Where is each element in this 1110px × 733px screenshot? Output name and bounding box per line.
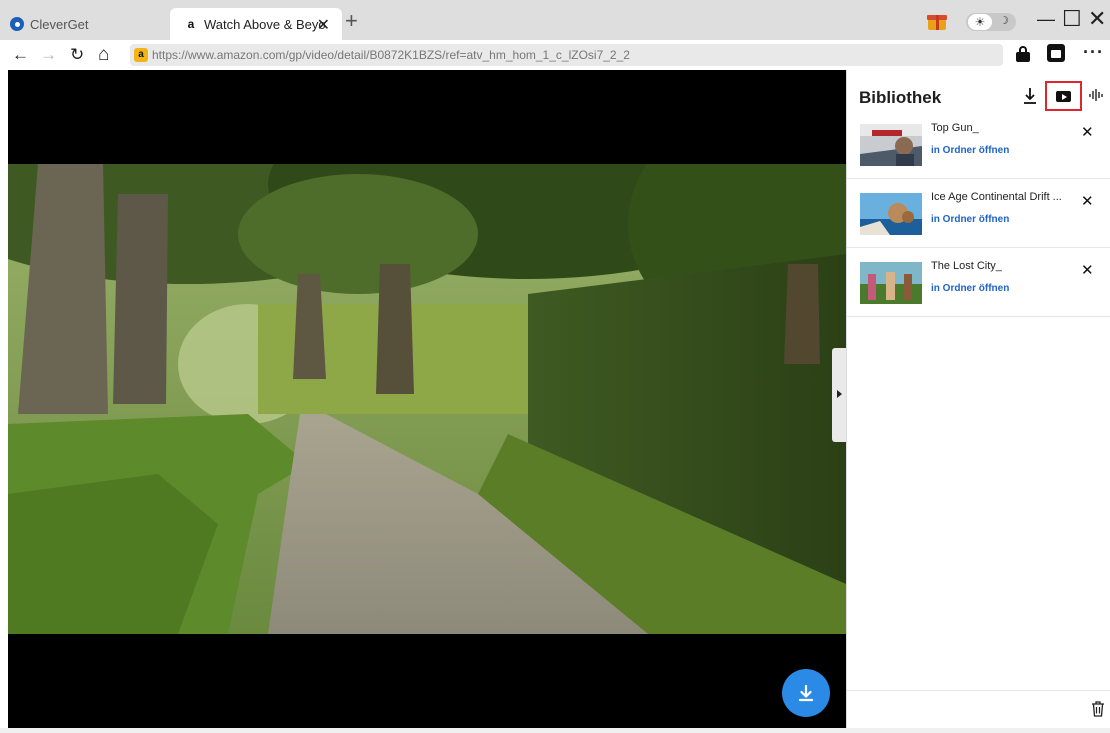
forward-button[interactable]: → (40, 44, 57, 66)
library-item: The Lost City_ in Ordner öffnen ✕ (847, 248, 1110, 317)
video-thumbnail[interactable] (860, 193, 922, 235)
open-in-folder-link[interactable]: in Ordner öffnen (931, 283, 1009, 294)
new-tab-button[interactable]: + (345, 10, 358, 32)
gift-icon[interactable] (927, 12, 947, 30)
open-in-folder-link[interactable]: in Ordner öffnen (931, 214, 1009, 225)
record-icon[interactable] (1047, 44, 1065, 62)
downloading-tab-icon[interactable] (1023, 87, 1037, 105)
cleverget-logo-icon (10, 17, 24, 31)
library-item: Top Gun_ in Ordner öffnen ✕ (847, 110, 1110, 179)
download-button[interactable] (782, 669, 830, 717)
video-title: Top Gun_ (931, 122, 979, 134)
minimize-button[interactable]: — (1037, 6, 1055, 32)
amazon-favicon-icon: a (134, 48, 148, 62)
address-bar: ← → ↻ ⌂ a https://www.amazon.com/gp/vide… (0, 40, 1110, 70)
moon-icon: ☽ (999, 15, 1009, 27)
tab-amazon-video[interactable]: a Watch Above & Beyo ✕ (170, 8, 342, 40)
video-frame (8, 164, 846, 634)
remove-item-icon[interactable]: ✕ (1081, 261, 1094, 279)
reload-button[interactable]: ↻ (70, 44, 84, 66)
sun-icon: ☀ (968, 14, 992, 30)
tab-bar: CleverGet a Watch Above & Beyo ✕ + ☀ ☽ —… (0, 0, 1110, 40)
back-button[interactable]: ← (12, 44, 29, 66)
home-button[interactable]: ⌂ (98, 44, 109, 66)
video-title: The Lost City_ (931, 260, 1002, 272)
library-item: Ice Age Continental Drift ... in Ordner … (847, 179, 1110, 248)
video-title: Ice Age Continental Drift ... (931, 191, 1062, 203)
amazon-favicon-icon: a (187, 17, 195, 31)
tab-label: Watch Above & Beyo (204, 16, 326, 32)
video-player[interactable] (8, 70, 846, 728)
theme-toggle[interactable]: ☀ ☽ (966, 13, 1016, 31)
panel-footer (847, 690, 1110, 728)
trash-icon[interactable] (1091, 701, 1105, 717)
library-panel: Bibliothek Top Gun_ in Ordner öffnen ✕ I… (846, 70, 1110, 728)
close-tab-icon[interactable]: ✕ (317, 15, 330, 35)
more-menu-button[interactable]: ··· (1083, 42, 1104, 63)
status-strip (0, 728, 1110, 733)
library-title: Bibliothek (859, 88, 942, 107)
tab-label: CleverGet (30, 16, 89, 32)
tab-cleverget[interactable]: CleverGet (10, 8, 168, 40)
audio-library-tab-icon[interactable] (1089, 88, 1103, 102)
url-field[interactable]: a https://www.amazon.com/gp/video/detail… (130, 44, 1003, 66)
video-thumbnail[interactable] (860, 124, 922, 166)
video-thumbnail[interactable] (860, 262, 922, 304)
url-text[interactable]: https://www.amazon.com/gp/video/detail/B… (152, 48, 630, 62)
panel-collapse-handle[interactable] (832, 348, 846, 442)
lock-icon[interactable] (1016, 46, 1030, 62)
open-in-folder-link[interactable]: in Ordner öffnen (931, 145, 1009, 156)
maximize-button[interactable]: ☐ (1062, 6, 1082, 32)
remove-item-icon[interactable]: ✕ (1081, 123, 1094, 141)
video-library-tab-icon[interactable] (1045, 81, 1082, 111)
download-arrow-icon (798, 684, 814, 702)
close-window-button[interactable]: ✕ (1088, 6, 1106, 32)
remove-item-icon[interactable]: ✕ (1081, 192, 1094, 210)
